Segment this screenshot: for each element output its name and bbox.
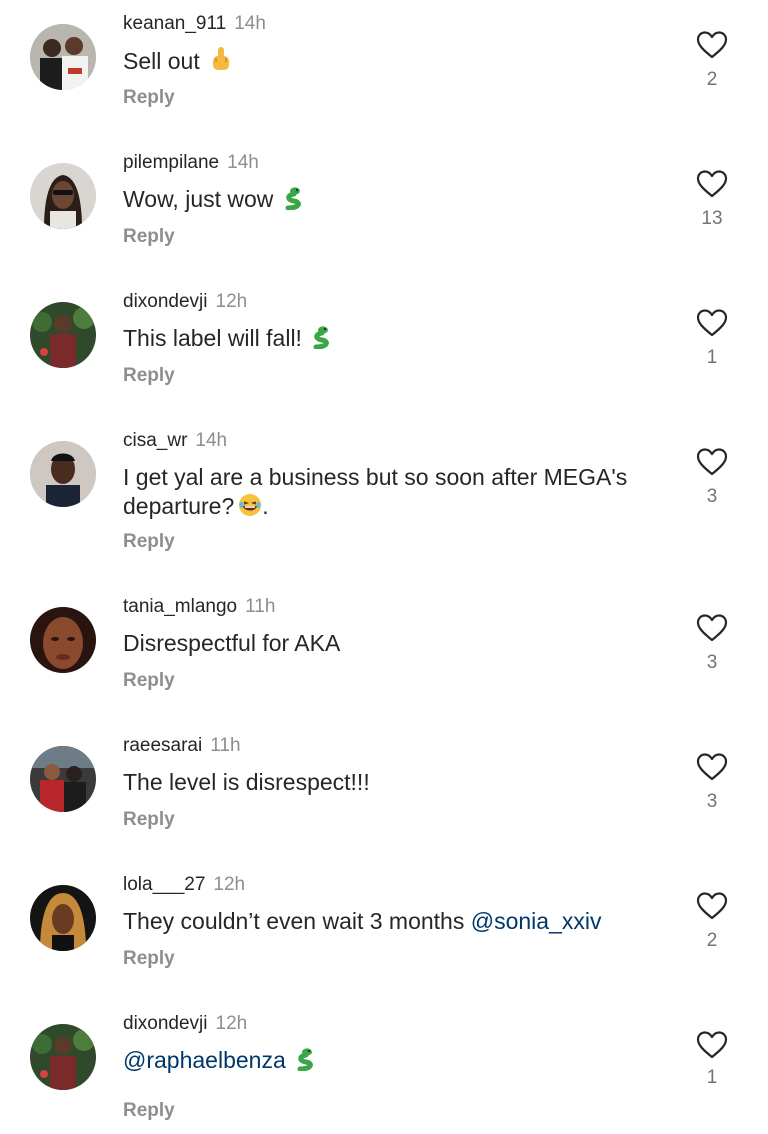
comment-timestamp: 11h: [210, 735, 241, 756]
comment-timestamp: 12h: [215, 291, 248, 312]
like-count: 3: [706, 652, 718, 673]
comment-body: The level is disrespect!!!: [123, 769, 370, 795]
like-count: 3: [706, 791, 718, 812]
comment-meta: pilempilane 14h: [123, 151, 259, 175]
like-count: 2: [706, 930, 718, 951]
comment-body: Sell out: [123, 48, 200, 74]
comment-text: @raphaelbenza: [123, 1046, 668, 1078]
avatar[interactable]: [30, 1024, 96, 1090]
avatar[interactable]: [30, 885, 96, 951]
like-button[interactable]: [694, 750, 730, 786]
comment-timestamp: 14h: [227, 152, 259, 173]
snake-icon: [312, 325, 332, 356]
heart-outline-icon: [696, 448, 728, 476]
like-button[interactable]: [694, 1028, 730, 1064]
username-link[interactable]: dixondevji: [123, 1013, 208, 1034]
username-link[interactable]: lola___27: [123, 874, 205, 895]
comment-text: Disrespectful for AKA: [123, 629, 668, 658]
username-link[interactable]: cisa_wr: [123, 430, 187, 451]
heart-outline-icon: [696, 31, 728, 59]
avatar[interactable]: [30, 163, 96, 229]
mention-link[interactable]: @sonia_xxiv: [471, 908, 602, 934]
heart-outline-icon: [696, 614, 728, 642]
like-count: 1: [706, 1067, 718, 1088]
comment-timestamp: 12h: [213, 874, 246, 895]
comment-body: Wow, just wow: [123, 186, 274, 212]
comment-timestamp: 11h: [245, 596, 276, 617]
reply-button[interactable]: Reply: [123, 947, 175, 971]
middle-finger-icon: [210, 46, 232, 79]
like-button[interactable]: [694, 611, 730, 647]
username-link[interactable]: raeesarai: [123, 735, 202, 756]
reply-button[interactable]: Reply: [123, 1099, 175, 1123]
like-count: 2: [706, 69, 718, 90]
snake-icon: [296, 1047, 316, 1078]
comment-text: Sell out: [123, 46, 668, 79]
reply-button[interactable]: Reply: [123, 808, 175, 832]
heart-outline-icon: [696, 309, 728, 337]
comment-body-continued: departure?: [123, 493, 235, 519]
heart-outline-icon: [696, 170, 728, 198]
comment-body: They couldn’t even wait 3 months: [123, 908, 465, 934]
comment-meta: lola___27 12h: [123, 873, 245, 897]
heart-outline-icon: [696, 892, 728, 920]
comment-text: I get yal are a business but so soon aft…: [123, 463, 668, 524]
avatar[interactable]: [30, 607, 96, 673]
comment-text: This label will fall!: [123, 324, 668, 356]
laughing-tears-icon: [238, 493, 262, 524]
heart-outline-icon: [696, 1031, 728, 1059]
comment-meta: keanan_911 14h: [123, 12, 266, 36]
like-button[interactable]: [694, 28, 730, 64]
username-link[interactable]: pilempilane: [123, 152, 219, 173]
mention-link[interactable]: @raphaelbenza: [123, 1047, 286, 1073]
like-button[interactable]: [694, 306, 730, 342]
username-link[interactable]: dixondevji: [123, 291, 208, 312]
avatar[interactable]: [30, 746, 96, 812]
comment-text: Wow, just wow: [123, 185, 668, 217]
avatar[interactable]: [30, 441, 96, 507]
comment-text: They couldn’t even wait 3 months @sonia_…: [123, 907, 668, 936]
reply-button[interactable]: Reply: [123, 86, 175, 110]
comment-timestamp: 14h: [234, 13, 266, 34]
comments-list: keanan_911 14h Sell out Reply 2 pilempil…: [0, 0, 768, 1134]
comment-timestamp: 12h: [215, 1013, 248, 1034]
reply-button[interactable]: Reply: [123, 364, 175, 388]
reply-button[interactable]: Reply: [123, 530, 175, 554]
like-button[interactable]: [694, 167, 730, 203]
like-count: 1: [706, 347, 718, 368]
heart-outline-icon: [696, 753, 728, 781]
comment-body: This label will fall!: [123, 325, 302, 351]
comment-body: I get yal are a business but so soon aft…: [123, 464, 628, 490]
comment-text: The level is disrespect!!!: [123, 768, 668, 797]
like-count: 13: [701, 208, 723, 229]
avatar[interactable]: [30, 24, 96, 90]
username-link[interactable]: tania_mlango: [123, 596, 237, 617]
username-link[interactable]: keanan_911: [123, 13, 226, 34]
like-button[interactable]: [694, 445, 730, 481]
reply-button[interactable]: Reply: [123, 225, 175, 249]
like-count: 3: [706, 486, 718, 507]
comment-meta: dixondevji 12h: [123, 290, 247, 314]
like-button[interactable]: [694, 889, 730, 925]
comment-meta: dixondevji 12h: [123, 1012, 247, 1036]
reply-button[interactable]: Reply: [123, 669, 175, 693]
snake-icon: [284, 186, 304, 217]
comment-timestamp: 14h: [195, 430, 228, 451]
comment-meta: tania_mlango 11h: [123, 595, 275, 619]
comment-meta: cisa_wr 14h: [123, 429, 227, 453]
comment-body-tail: .: [262, 493, 269, 519]
avatar[interactable]: [30, 302, 96, 368]
comment-body: Disrespectful for AKA: [123, 630, 341, 656]
comment-meta: raeesarai 11h: [123, 734, 241, 758]
